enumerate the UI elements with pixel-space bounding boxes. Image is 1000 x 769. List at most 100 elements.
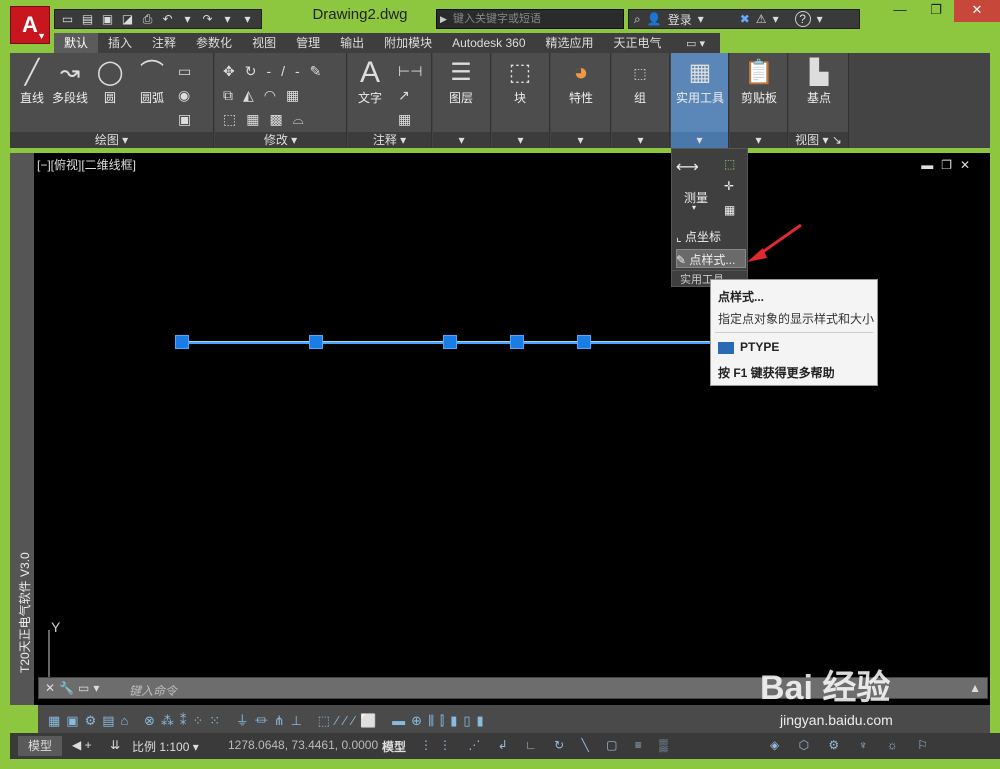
exchange-icon[interactable]: ✖	[740, 12, 750, 26]
redo-icon[interactable]: ↷	[199, 12, 216, 26]
measure-icon[interactable]: ⟷	[676, 157, 699, 177]
tab-view[interactable]: 视图	[242, 33, 286, 53]
chevron-down-icon[interactable]: ▾	[698, 12, 704, 26]
utilities-panel[interactable]: ▦ 实用工具 ▾	[671, 53, 729, 148]
drawing-canvas[interactable]	[34, 153, 990, 705]
arc-tool[interactable]: ⌒ 圆弧	[132, 57, 172, 106]
circle-tool[interactable]: ◯ 圆	[90, 57, 130, 106]
drafting-aids[interactable]: ⋮⋮ ⋰ ↲ ∟ ↻ ╲ ▢ ≡ ▒	[420, 738, 675, 752]
scroll-up-icon[interactable]: ▲	[969, 681, 981, 695]
customize-qat-icon[interactable]: ▾	[239, 12, 256, 26]
chevron-down-icon[interactable]: ▾	[817, 12, 823, 26]
chevron-down-icon[interactable]: ▾	[93, 681, 103, 695]
minimize-button[interactable]: —	[882, 0, 918, 22]
tab-insert[interactable]: 插入	[98, 33, 142, 53]
grip-point[interactable]	[577, 335, 591, 349]
scale-dropdown[interactable]: 比例 1:100 ▾	[132, 738, 199, 755]
group-tool[interactable]: ⬚ 组	[620, 57, 660, 106]
properties-tool[interactable]: ◕ 特性	[561, 57, 601, 106]
workspace-icons[interactable]: ◈ ⬡ ⚙ ♆ ☼ ⚐	[770, 738, 936, 752]
view-panel-title[interactable]: 视图 ▾ ↘	[789, 132, 848, 148]
base-point-tool[interactable]: ▙ 基点	[799, 57, 839, 106]
block-panel-footer[interactable]: ▾	[492, 132, 549, 148]
help-button[interactable]: ?	[794, 11, 811, 27]
wrench-icon[interactable]: 🔧	[59, 681, 78, 695]
rectangle-icon[interactable]: ▭	[178, 59, 191, 83]
grip-point[interactable]	[309, 335, 323, 349]
save-icon[interactable]: ▣	[99, 12, 116, 26]
layers-panel-footer[interactable]: ▾	[433, 132, 490, 148]
region-icon[interactable]: ▣	[178, 107, 191, 131]
maximize-button[interactable]: ❐	[918, 0, 954, 22]
point-coords-item[interactable]: ⌞ 点坐标	[676, 228, 721, 245]
tab-addins[interactable]: 附加模块	[374, 33, 442, 53]
move-rotate-trim-icons[interactable]: ✥↻-/-✎	[223, 59, 331, 83]
a360-icon[interactable]: ⚠	[756, 12, 767, 26]
tab-default[interactable]: 默认	[54, 33, 99, 53]
command-icon[interactable]: ▭	[78, 681, 93, 695]
tangent-side-palette[interactable]: T20天正电气软件 V3.0	[10, 153, 34, 705]
group-panel[interactable]: ⬚ 组 ▾	[612, 53, 670, 148]
tab-tangent-electric[interactable]: 天正电气	[604, 33, 672, 53]
line-tool[interactable]: ╱ 直线	[12, 57, 52, 106]
block-tool[interactable]: ⬚ 块	[500, 57, 540, 106]
calculator-icon[interactable]: ▦	[724, 203, 735, 217]
tab-parametric[interactable]: 参数化	[186, 33, 242, 53]
tab-model[interactable]: 模型	[18, 736, 63, 756]
utilities-panel-footer[interactable]: ▾	[671, 132, 728, 148]
add-layout-icon[interactable]: ◀ +	[72, 738, 92, 752]
application-menu-button[interactable]: A ▼	[10, 6, 50, 44]
model-space-button[interactable]: 模型	[382, 738, 406, 755]
tab-featured-apps[interactable]: 精选应用	[536, 33, 604, 53]
binoculars-icon[interactable]: ⌕	[634, 12, 641, 27]
properties-panel-footer[interactable]: ▾	[551, 132, 610, 148]
text-tool[interactable]: A 文字	[350, 57, 390, 106]
copy-mirror-fillet-icons[interactable]: ⧉◭◠▦	[223, 83, 331, 107]
viewport-window-controls[interactable]: ▬❐✕	[921, 158, 978, 172]
layers-panel[interactable]: ☰ 图层 ▾	[433, 53, 491, 148]
group-panel-footer[interactable]: ▾	[612, 132, 669, 148]
stretch-scale-array-icons[interactable]: ⬚▦▩⌓	[223, 107, 331, 131]
grip-point[interactable]	[175, 335, 189, 349]
layers-tool[interactable]: ☰ 图层	[441, 57, 481, 106]
grip-point[interactable]	[443, 335, 457, 349]
point-style-item[interactable]: ✎ 点样式...	[676, 251, 735, 268]
chevron-down-icon[interactable]: ▾	[219, 12, 236, 26]
layout-list-icon[interactable]: ⇊	[110, 738, 120, 752]
tab-output[interactable]: 输出	[330, 33, 374, 53]
hatch-icon[interactable]: ◉	[178, 83, 191, 107]
block-panel[interactable]: ⬚ 块 ▾	[492, 53, 550, 148]
close-icon[interactable]: ✕	[45, 681, 59, 695]
tab-manage[interactable]: 管理	[286, 33, 330, 53]
clipboard-panel-footer[interactable]: ▾	[730, 132, 787, 148]
utilities-tool[interactable]: ▦ 实用工具	[671, 57, 729, 106]
chevron-down-icon[interactable]: ▾	[179, 12, 196, 26]
save-as-icon[interactable]: ◪	[119, 12, 136, 26]
draw-panel-title[interactable]: 绘图 ▾	[10, 132, 213, 148]
grip-point[interactable]	[510, 335, 524, 349]
toolbar-icons[interactable]: ▦▣⚙▤⌂ ⊗⁂⁑⁘⁙ ⏚⏛⋔⊥ ⬚⁄⁄⁄⬜ ▬⊕⫼⫿▮▯▮	[48, 710, 490, 729]
properties-panel[interactable]: ◕ 特性 ▾	[551, 53, 611, 148]
search-input[interactable]: ▶ 键入关键字或短语	[436, 9, 624, 29]
table-icon[interactable]: ▦	[398, 107, 422, 131]
point-icon[interactable]: ✛	[724, 179, 734, 193]
leader-icon[interactable]: ↗	[398, 83, 422, 107]
print-icon[interactable]: ⎙	[139, 12, 156, 27]
chevron-down-icon[interactable]: ▾	[692, 203, 696, 212]
annotation-panel-title[interactable]: 注释 ▾	[348, 132, 431, 148]
polyline-tool[interactable]: ↝ 多段线	[50, 57, 90, 106]
tab-annotate[interactable]: 注释	[142, 33, 186, 53]
tab-autodesk360[interactable]: Autodesk 360	[442, 33, 535, 53]
login-label[interactable]: 登录	[668, 11, 692, 28]
undo-icon[interactable]: ↶	[159, 12, 176, 26]
new-file-icon[interactable]: ▭	[59, 12, 76, 26]
open-file-icon[interactable]: ▤	[79, 12, 96, 26]
close-button[interactable]: ✕	[954, 0, 1000, 22]
modify-panel-title[interactable]: 修改 ▾	[215, 132, 346, 148]
dimension-icon[interactable]: ⊢⊣	[398, 59, 422, 83]
clipboard-panel[interactable]: 📋 剪贴板 ▾	[730, 53, 788, 148]
quick-select-icon[interactable]: ⬚	[724, 157, 735, 171]
ribbon-minimize-icon[interactable]: ▭ ▾	[686, 37, 705, 50]
viewport-controls-label[interactable]: [−][俯视][二维线框]	[37, 156, 136, 173]
clipboard-tool[interactable]: 📋 剪贴板	[730, 57, 788, 106]
